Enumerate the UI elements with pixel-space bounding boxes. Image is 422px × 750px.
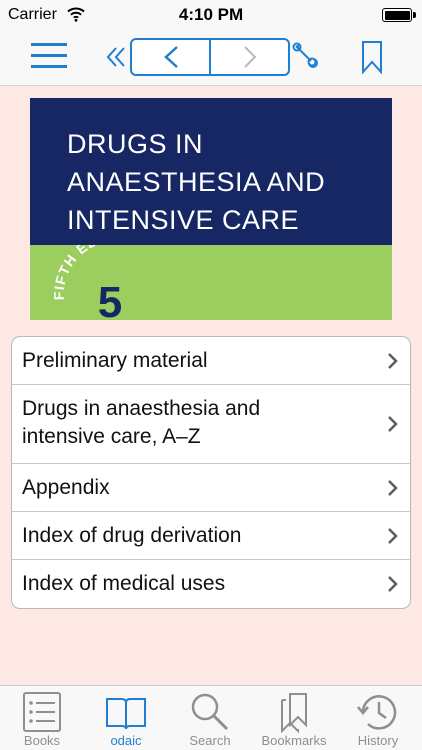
- tab-search[interactable]: Search: [168, 686, 252, 750]
- battery-icon: [382, 8, 416, 22]
- bookmarks-icon: [281, 693, 307, 733]
- tab-label: Bookmarks: [261, 733, 327, 748]
- search-icon: [191, 693, 229, 731]
- tab-odaic[interactable]: odaic: [84, 686, 168, 750]
- forward-button[interactable]: [211, 40, 288, 74]
- books-icon: [23, 692, 61, 732]
- tab-label: odaic: [110, 733, 142, 748]
- chevron-right-icon: [388, 353, 398, 369]
- cover-title-line: DRUGS IN: [67, 129, 204, 159]
- list-item[interactable]: Drugs in anaesthesia and intensive care,…: [12, 385, 410, 464]
- tab-history[interactable]: History: [336, 686, 420, 750]
- tab-books[interactable]: Books: [0, 686, 84, 750]
- tab-label: History: [357, 733, 399, 748]
- cover-title-panel: DRUGS IN ANAESTHESIA AND INTENSIVE CARE: [30, 98, 392, 245]
- contents-list: Preliminary material Drugs in anaesthesi…: [11, 336, 411, 609]
- chevron-right-icon: [388, 480, 398, 496]
- tab-label: Search: [189, 733, 231, 748]
- rewind-icon[interactable]: [105, 45, 129, 69]
- cover-edition-panel: FIFTH EDITION 5: [30, 245, 392, 320]
- list-item[interactable]: Index of drug derivation: [12, 512, 410, 560]
- list-item[interactable]: Appendix: [12, 464, 410, 512]
- tab-bookmarks[interactable]: Bookmarks: [252, 686, 336, 750]
- list-item-label: Drugs in anaesthesia and intensive care,…: [22, 397, 261, 448]
- edition-number: 5: [98, 278, 122, 320]
- bookmark-icon[interactable]: [361, 40, 383, 74]
- chevron-right-icon: [388, 416, 398, 432]
- list-item-label: Preliminary material: [22, 349, 208, 372]
- edition-badge: FIFTH EDITION 5: [51, 245, 144, 320]
- list-item-label: Index of drug derivation: [22, 524, 242, 547]
- history-icon: [357, 695, 397, 730]
- status-bar: Carrier 4:10 PM: [0, 0, 422, 30]
- page-navigation-control: [130, 38, 290, 76]
- back-button[interactable]: [132, 40, 209, 74]
- list-item[interactable]: Preliminary material: [12, 337, 410, 385]
- cover-title: DRUGS IN ANAESTHESIA AND INTENSIVE CARE: [67, 125, 325, 239]
- wrench-icon[interactable]: [292, 42, 318, 68]
- chevron-right-icon: [388, 528, 398, 544]
- tab-bar: Books odaic Search Bookmarks History: [0, 685, 422, 750]
- cover-title-line: ANAESTHESIA AND: [67, 167, 326, 197]
- chevron-right-icon: [244, 46, 257, 68]
- chevron-right-icon: [388, 576, 398, 592]
- menu-icon[interactable]: [31, 43, 67, 69]
- book-cover: DRUGS IN ANAESTHESIA AND INTENSIVE CARE …: [30, 98, 392, 320]
- clock: 4:10 PM: [178, 5, 244, 24]
- toolbar: [0, 30, 422, 86]
- tab-label: Books: [23, 733, 61, 748]
- open-book-icon: [106, 698, 146, 730]
- cover-title-line: INTENSIVE CARE: [67, 205, 300, 235]
- list-item[interactable]: Index of medical uses: [12, 560, 410, 608]
- list-item-label: Index of medical uses: [22, 572, 226, 595]
- list-item-label: Appendix: [22, 476, 110, 499]
- chevron-left-icon: [164, 46, 178, 68]
